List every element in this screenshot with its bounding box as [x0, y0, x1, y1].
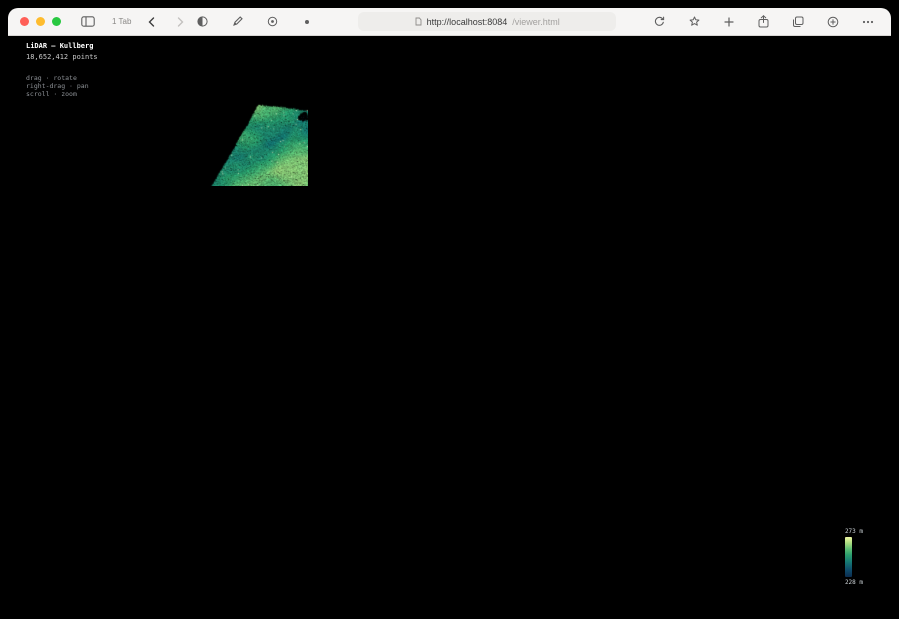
info-overlay: LiDAR — Kullberg 18,652,412 points drag … — [26, 42, 98, 98]
add-icon[interactable] — [718, 12, 740, 32]
zoom-window-button[interactable] — [52, 17, 61, 26]
tab-count-label: 1 Tab — [112, 17, 131, 26]
tab-overview-icon[interactable] — [787, 12, 809, 32]
point-count-label: 18,652,412 points — [26, 53, 98, 62]
close-window-button[interactable] — [20, 17, 29, 26]
browser-window: 1 Tab — [8, 8, 891, 612]
dataset-title: LiDAR — Kullberg — [26, 42, 98, 51]
url-host: http://localhost:8084 — [427, 17, 508, 27]
new-tab-icon[interactable] — [822, 12, 844, 32]
toolbar-center-group: http://localhost:8084/viewer.html — [191, 12, 740, 32]
url-path: /viewer.html — [512, 17, 560, 27]
control-hint-rotate: drag · rotate — [26, 74, 98, 82]
page-icon — [415, 17, 422, 26]
browser-toolbar: 1 Tab — [8, 8, 891, 36]
sidebar-icon[interactable] — [77, 12, 99, 32]
elevation-colorbar: 273 m 228 m — [845, 528, 863, 586]
reload-icon[interactable] — [648, 12, 670, 32]
toolbar-right-group — [752, 12, 879, 32]
address-bar[interactable]: http://localhost:8084/viewer.html — [358, 12, 616, 31]
controls-help: drag · rotate right-drag · pan scroll · … — [26, 74, 98, 98]
pen-icon[interactable] — [226, 12, 248, 32]
extension-dot-icon[interactable] — [296, 12, 318, 32]
minimize-window-button[interactable] — [36, 17, 45, 26]
page-tools-group — [191, 12, 318, 32]
content-blocker-icon[interactable] — [191, 12, 213, 32]
lidar-viewport: LiDAR — Kullberg 18,652,412 points drag … — [8, 36, 891, 612]
settings-gear-icon[interactable] — [261, 12, 283, 32]
bookmark-star-icon[interactable] — [683, 12, 705, 32]
address-actions-group — [648, 12, 740, 32]
control-hint-zoom: scroll · zoom — [26, 90, 98, 98]
forward-icon[interactable] — [169, 12, 191, 32]
colorbar-gradient — [845, 537, 852, 577]
control-hint-pan: right-drag · pan — [26, 82, 98, 90]
more-icon[interactable] — [857, 12, 879, 32]
share-icon[interactable] — [752, 12, 774, 32]
back-icon[interactable] — [140, 12, 162, 32]
colorbar-min-label: 228 m — [845, 579, 863, 586]
toolbar-left-group: 1 Tab — [20, 12, 191, 32]
colorbar-max-label: 273 m — [845, 528, 863, 535]
